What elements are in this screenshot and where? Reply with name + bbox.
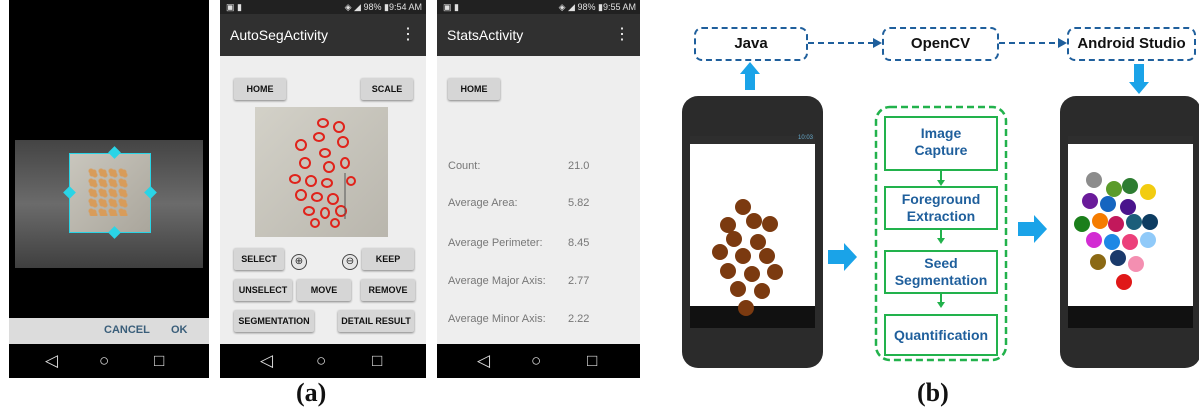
cancel-button[interactable]: CANCEL [104,324,150,336]
android-studio-box: Android Studio [1067,27,1196,61]
device-output [1060,96,1199,368]
workflow-diagram: Java OpenCV Android Studio Image Capture… [660,0,1199,411]
colored-seeds [1074,172,1158,290]
signal-icon: ◈ ◢ [344,2,361,12]
autoseg-screen: ▣ ▮ ◈ ◢ 98% ▮9:54 AM AutoSegActivity ⋮ H… [220,0,426,378]
home-button[interactable]: HOME [448,78,500,100]
detail-result-button[interactable]: DETAIL RESULT [338,310,414,332]
stat-label: Average Minor Axis: [448,313,546,325]
notification-icons: ▣ ▮ [226,2,242,12]
seed-cluster [88,168,128,216]
overflow-menu-icon[interactable]: ⋮ [400,14,416,56]
stats-screen: ▣ ▮ ◈ ◢ 98% ▮9:55 AM StatsActivity ⋮ HOM… [437,0,640,378]
stat-value: 2.77 [568,275,590,287]
battery-level: 98% [577,2,596,12]
device-clock: 10:03 [797,135,813,141]
device-input: 10:03 [682,96,823,368]
status-bar: ▣ ▮ ◈ ◢ 98% ▮9:54 AM [220,0,426,14]
app-bar: StatsActivity ⋮ [437,14,640,56]
caption-b: (b) [917,378,949,407]
back-icon[interactable]: ◁ [45,351,58,371]
recents-icon[interactable]: □ [587,351,597,371]
crop-image [15,140,203,268]
battery-level: 98% [363,2,382,12]
home-icon[interactable]: ○ [316,351,326,371]
step-foreground-extraction: Foreground Extraction [884,186,998,230]
recents-icon[interactable]: □ [154,351,164,371]
caption-a: (a) [296,378,327,407]
opencv-box: OpenCV [882,27,999,61]
signal-icon: ◈ ◢ [558,2,575,12]
autoseg-content: HOME SCALE SELECT ⊕ ⊖ KEEP UNSELECT MOVE… [220,56,426,344]
segmentation-image [255,107,388,237]
stat-value: 8.45 [568,237,590,249]
nav-bar: ◁ ○ □ [220,344,426,378]
page-title: AutoSegActivity [230,27,329,43]
app-bar: AutoSegActivity ⋮ [220,14,426,56]
segmentation-button[interactable]: SEGMENTATION [234,310,314,332]
seed-outlines [289,118,356,228]
java-box: Java [694,27,808,61]
crop-frame[interactable] [69,153,151,233]
recents-icon[interactable]: □ [372,351,382,371]
step-image-capture: Image Capture [884,116,998,171]
home-button[interactable]: HOME [234,78,286,100]
stat-label: Average Major Axis: [448,275,546,287]
crop-action-bar: CANCEL OK [9,318,209,344]
status-time: 9:54 AM [388,2,422,12]
stat-label: Average Perimeter: [448,237,543,249]
stat-label: Average Area: [448,197,518,209]
brown-seeds [712,199,783,316]
stat-value: 2.22 [568,313,590,325]
stat-value: 5.82 [568,197,590,209]
nav-bar: ◁ ○ □ [9,344,209,378]
move-button[interactable]: MOVE [297,279,351,301]
status-bar: ▣ ▮ ◈ ◢ 98% ▮9:55 AM [437,0,640,14]
select-button[interactable]: SELECT [234,248,284,270]
back-icon[interactable]: ◁ [260,351,273,371]
keep-button[interactable]: KEEP [362,248,414,270]
step-quantification: Quantification [884,314,998,356]
home-icon[interactable]: ○ [531,351,541,371]
remove-button[interactable]: REMOVE [361,279,415,301]
nav-bar: ◁ ○ □ [437,344,640,378]
unselect-button[interactable]: UNSELECT [234,279,292,301]
ok-button[interactable]: OK [171,324,188,336]
notification-icons: ▣ ▮ [443,2,459,12]
home-icon[interactable]: ○ [99,351,109,371]
back-icon[interactable]: ◁ [477,351,490,371]
status-time: 9:55 AM [602,2,636,12]
stat-label: Count: [448,160,481,172]
stat-value: 21.0 [568,160,590,172]
scale-button[interactable]: SCALE [361,78,413,100]
page-title: StatsActivity [447,27,524,43]
overflow-menu-icon[interactable]: ⋮ [614,14,630,56]
zoom-out-icon[interactable]: ⊖ [342,254,358,270]
zoom-in-icon[interactable]: ⊕ [291,254,307,270]
stats-content: HOME Count: 21.0 Average Area: 5.82 Aver… [437,56,640,344]
step-seed-segmentation: Seed Segmentation [884,250,998,294]
crop-screen: CANCEL OK ◁ ○ □ [9,0,209,378]
